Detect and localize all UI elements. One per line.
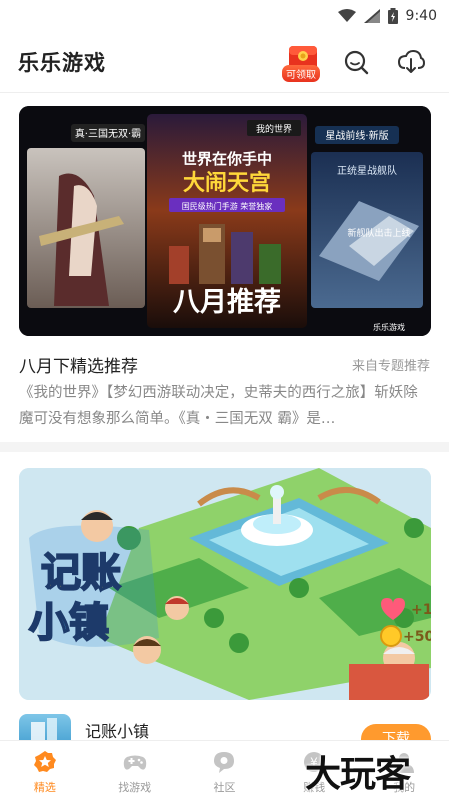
game-banner[interactable]: 记账 小镇 +1 +50 bbox=[19, 468, 431, 700]
status-time: 9:40 bbox=[405, 8, 437, 24]
download-button[interactable] bbox=[397, 48, 426, 76]
game-banner-art: 记账 小镇 +1 +50 bbox=[19, 468, 431, 700]
app-header: 乐乐游戏 可领取 bbox=[0, 40, 449, 84]
chat-bubble-icon bbox=[214, 752, 235, 773]
feature-source[interactable]: 来自专题推荐 bbox=[352, 355, 430, 374]
game-logo-line-2: 小镇 bbox=[29, 600, 109, 646]
wifi-icon bbox=[337, 9, 356, 22]
center-headline-2: 大闹天宫 bbox=[183, 170, 271, 196]
nav-community-label: 社区 bbox=[213, 781, 236, 794]
gift-button[interactable]: 可领取 bbox=[282, 42, 324, 82]
coin-icon bbox=[380, 625, 402, 647]
watermark: 大玩客 bbox=[305, 753, 411, 795]
nav-find-games-label: 找游戏 bbox=[118, 781, 152, 794]
right-tag: 星战前线·新版 bbox=[325, 129, 388, 142]
banner-brand: 乐乐游戏 bbox=[373, 322, 405, 332]
nav-featured[interactable]: 精选 bbox=[0, 741, 90, 800]
center-sub: 国民级热门手游 荣誉独家 bbox=[182, 201, 273, 211]
center-title: 八月推荐 bbox=[173, 287, 281, 318]
feature-description: 《我的世界》【梦幻西游联动决定，史蒂夫的西行之旅】斩妖除魔可没有想象那么简单。《… bbox=[19, 385, 418, 427]
left-poster bbox=[27, 148, 145, 308]
search-button[interactable] bbox=[342, 48, 370, 76]
center-headline-1: 世界在你手中 bbox=[182, 150, 272, 168]
feature-banner-art: 真·三国无双·霸 星战前线·新版 正统星战舰队 新舰队出击上线 我的世界 世界在… bbox=[19, 106, 431, 336]
gamepad-icon bbox=[123, 755, 146, 770]
left-tag: 真·三国无双·霸 bbox=[75, 127, 141, 140]
status-bar: 9:40 bbox=[0, 0, 449, 32]
center-tag: 我的世界 bbox=[256, 123, 292, 135]
battery-icon bbox=[387, 8, 398, 24]
nav-community[interactable]: 社区 bbox=[180, 741, 270, 800]
right-caption-2: 新舰队出击上线 bbox=[347, 227, 410, 239]
gift-badge: 可领取 bbox=[282, 65, 320, 82]
game-name[interactable]: 记账小镇 bbox=[85, 718, 149, 742]
search-icon bbox=[344, 50, 369, 75]
feature-title[interactable]: 八月下精选推荐 bbox=[19, 352, 138, 377]
app-title: 乐乐游戏 bbox=[18, 51, 106, 75]
header-divider bbox=[0, 92, 449, 93]
section-divider bbox=[0, 442, 449, 452]
signal-icon bbox=[363, 9, 380, 23]
download-icon bbox=[397, 49, 426, 73]
right-caption: 正统星战舰队 bbox=[337, 164, 397, 177]
star-badge-icon bbox=[33, 751, 56, 772]
game-logo-line-1: 记账 bbox=[41, 550, 121, 596]
nav-find-games[interactable]: 找游戏 bbox=[90, 741, 180, 800]
heart-reward: +1 bbox=[411, 602, 431, 618]
coin-reward: +50 bbox=[403, 629, 431, 645]
feature-banner[interactable]: 真·三国无双·霸 星战前线·新版 正统星战舰队 新舰队出击上线 我的世界 世界在… bbox=[19, 106, 431, 336]
nav-featured-label: 精选 bbox=[33, 781, 56, 794]
